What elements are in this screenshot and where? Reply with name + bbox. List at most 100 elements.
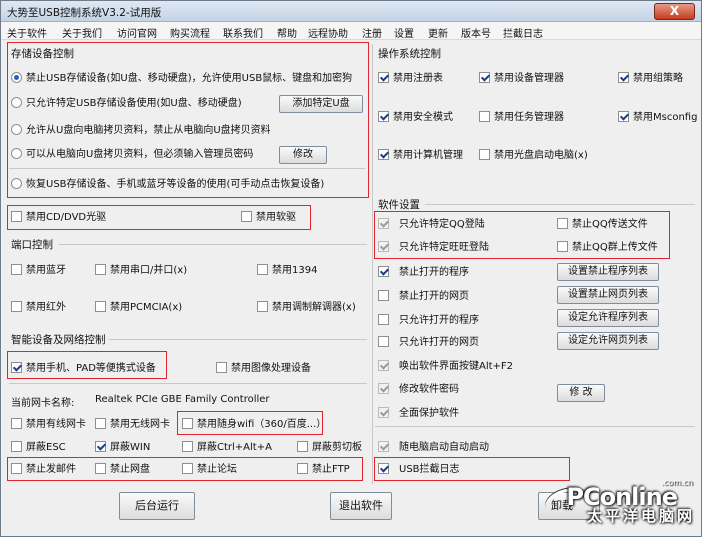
disable-group-policy[interactable]: 禁用组策略 bbox=[618, 72, 683, 85]
menu-contact[interactable]: 联系我们 bbox=[223, 25, 263, 40]
menu-register[interactable]: 注册 bbox=[362, 25, 382, 40]
block-webpages[interactable]: 禁止打开的网页 bbox=[378, 290, 469, 303]
run-in-background-button[interactable]: 后台运行 bbox=[119, 492, 195, 520]
disable-cd-boot[interactable]: 禁用光盘启动电脑(x) bbox=[479, 149, 588, 162]
disable-registry[interactable]: 禁用注册表 bbox=[378, 72, 443, 85]
checkbox[interactable] bbox=[297, 441, 308, 452]
checkbox[interactable] bbox=[182, 441, 193, 452]
block-programs[interactable]: 禁止打开的程序 bbox=[378, 266, 469, 279]
checkbox-checked[interactable] bbox=[618, 111, 629, 122]
checkbox[interactable] bbox=[95, 418, 106, 429]
block-esc[interactable]: 屏蔽ESC bbox=[11, 441, 66, 454]
checkbox[interactable] bbox=[378, 290, 389, 301]
menu-settings[interactable]: 设置 bbox=[394, 25, 414, 40]
menu-bar: 关于软件 关于我们 访问官网 购买流程 联系我们 帮助 远程协助 注册 设置 更… bbox=[1, 22, 701, 40]
exit-software-button[interactable]: 退出软件 bbox=[330, 492, 392, 520]
checkbox[interactable] bbox=[95, 264, 106, 275]
set-allow-webpage-list-button[interactable]: 设定允许网页列表 bbox=[557, 332, 659, 350]
set-block-program-list-button[interactable]: 设置禁止程序列表 bbox=[557, 263, 659, 281]
modify-software-password-button[interactable]: 修 改 bbox=[557, 384, 605, 402]
checkbox-disabled[interactable] bbox=[378, 441, 389, 452]
checkbox[interactable] bbox=[378, 336, 389, 347]
menu-help[interactable]: 帮助 bbox=[277, 25, 297, 40]
disable-wired-nic[interactable]: 禁用有线网卡 bbox=[11, 418, 86, 431]
set-block-webpage-list-button[interactable]: 设置禁止网页列表 bbox=[557, 286, 659, 304]
menu-about-software[interactable]: 关于软件 bbox=[7, 25, 47, 40]
allow-only-webpages[interactable]: 只允许打开的网页 bbox=[378, 336, 479, 349]
disable-modem[interactable]: 禁用调制解调器(x) bbox=[257, 301, 356, 314]
highlight-box bbox=[177, 411, 323, 435]
ports-section-title: 端口控制 bbox=[11, 239, 53, 251]
watermark-cn-text: 太平洋电脑网 bbox=[586, 507, 695, 525]
window-title: 大势至USB控制系统V3.2-试用版 bbox=[7, 7, 162, 19]
checkbox[interactable] bbox=[11, 441, 22, 452]
menu-version[interactable]: 版本号 bbox=[461, 25, 491, 40]
checkbox[interactable] bbox=[11, 418, 22, 429]
highlight-box bbox=[7, 351, 167, 379]
highlight-box bbox=[374, 211, 670, 259]
checkbox-checked[interactable] bbox=[95, 441, 106, 452]
allow-only-programs[interactable]: 只允许打开的程序 bbox=[378, 314, 479, 327]
checkbox-checked[interactable] bbox=[378, 72, 389, 83]
checkbox[interactable] bbox=[257, 301, 268, 312]
disable-bluetooth[interactable]: 禁用蓝牙 bbox=[11, 264, 66, 277]
disable-imaging-device[interactable]: 禁用图像处理设备 bbox=[216, 362, 311, 375]
nic-name: Realtek PCIe GBE Family Controller bbox=[95, 394, 270, 405]
disable-infrared[interactable]: 禁用红外 bbox=[11, 301, 66, 314]
disable-pcmcia[interactable]: 禁用PCMCIA(x) bbox=[95, 301, 182, 314]
block-clipboard[interactable]: 屏蔽剪切板 bbox=[297, 441, 362, 454]
disable-computer-management[interactable]: 禁用计算机管理 bbox=[378, 149, 463, 162]
column-divider bbox=[372, 44, 373, 484]
divider bbox=[425, 204, 695, 205]
block-ctrl-alt-a[interactable]: 屏蔽Ctrl+Alt+A bbox=[182, 441, 272, 454]
disable-msconfig[interactable]: 禁用Msconfig bbox=[618, 111, 697, 124]
divider bbox=[109, 339, 367, 340]
block-win[interactable]: 屏蔽WIN bbox=[95, 441, 150, 454]
set-allow-program-list-button[interactable]: 设定允许程序列表 bbox=[557, 309, 659, 327]
auto-start-with-pc[interactable]: 随电脑启动自动启动 bbox=[378, 441, 489, 454]
highlight-box bbox=[374, 457, 570, 481]
checkbox[interactable] bbox=[479, 111, 490, 122]
checkbox[interactable] bbox=[11, 264, 22, 275]
menu-purchase[interactable]: 购买流程 bbox=[170, 25, 210, 40]
content-area: 存储设备控制 禁止USB存储设备(如U盘、移动硬盘)，允许使用USB鼠标、键盘和… bbox=[1, 40, 701, 536]
checkbox-checked[interactable] bbox=[479, 72, 490, 83]
highlight-box bbox=[7, 457, 363, 481]
modify-software-password[interactable]: 修改软件密码 bbox=[378, 383, 459, 396]
menu-official-site[interactable]: 访问官网 bbox=[117, 25, 157, 40]
checkbox[interactable] bbox=[257, 264, 268, 275]
checkbox-checked[interactable] bbox=[378, 149, 389, 160]
pconline-watermark: PConline .com.cn 太平洋电脑网 bbox=[542, 475, 695, 530]
menu-intercept-log[interactable]: 拦截日志 bbox=[503, 25, 543, 40]
checkbox-disabled[interactable] bbox=[378, 360, 389, 371]
checkbox-checked[interactable] bbox=[378, 266, 389, 277]
checkbox[interactable] bbox=[479, 149, 490, 160]
nic-label: 当前网卡名称: bbox=[11, 398, 75, 409]
menu-update[interactable]: 更新 bbox=[428, 25, 448, 40]
smart-section-title: 智能设备及网络控制 bbox=[11, 334, 106, 346]
full-protection[interactable]: 全面保护软件 bbox=[378, 407, 459, 420]
menu-remote-assist[interactable]: 远程协助 bbox=[308, 25, 348, 40]
software-section-title: 软件设置 bbox=[378, 199, 420, 211]
divider bbox=[9, 383, 367, 384]
disable-device-manager[interactable]: 禁用设备管理器 bbox=[479, 72, 564, 85]
highlight-box bbox=[7, 205, 311, 230]
checkbox-checked[interactable] bbox=[378, 111, 389, 122]
title-bar: 大势至USB控制系统V3.2-试用版 X bbox=[1, 1, 701, 22]
menu-about-us[interactable]: 关于我们 bbox=[62, 25, 102, 40]
checkbox-checked[interactable] bbox=[618, 72, 629, 83]
checkbox[interactable] bbox=[11, 301, 22, 312]
close-button[interactable]: X bbox=[654, 3, 695, 20]
disable-safe-mode[interactable]: 禁用安全模式 bbox=[378, 111, 453, 124]
disable-wireless-nic[interactable]: 禁用无线网卡 bbox=[95, 418, 170, 431]
disable-1394[interactable]: 禁用1394 bbox=[257, 264, 317, 277]
disable-task-manager[interactable]: 禁用任务管理器 bbox=[479, 111, 564, 124]
hotkey-alt-f2[interactable]: 唤出软件界面按键Alt+F2 bbox=[378, 360, 513, 373]
checkbox[interactable] bbox=[216, 362, 227, 373]
disable-serial-parallel[interactable]: 禁用串口/并口(x) bbox=[95, 264, 187, 277]
checkbox[interactable] bbox=[95, 301, 106, 312]
checkbox-disabled[interactable] bbox=[378, 383, 389, 394]
watermark-domain: .com.cn bbox=[661, 478, 693, 487]
checkbox[interactable] bbox=[378, 314, 389, 325]
checkbox-disabled[interactable] bbox=[378, 407, 389, 418]
